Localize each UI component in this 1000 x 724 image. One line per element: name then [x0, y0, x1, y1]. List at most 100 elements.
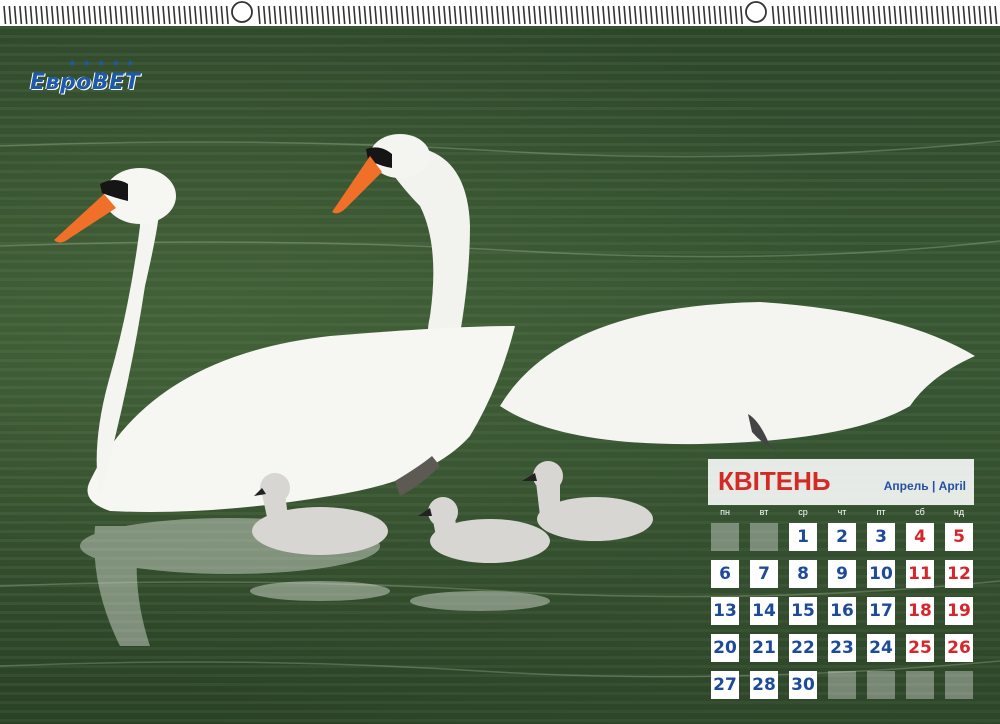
binding-coil	[215, 5, 219, 25]
binding-coil	[45, 5, 49, 25]
day-cell: 8	[789, 560, 817, 588]
empty-day-cell	[867, 671, 895, 699]
day-cell: 25	[906, 634, 934, 662]
binding-coil	[72, 5, 76, 25]
binding-coil	[469, 5, 473, 25]
binding-coil	[204, 5, 208, 25]
binding-coil	[337, 5, 341, 25]
day-cell: 20	[711, 634, 739, 662]
binding-coil	[183, 5, 187, 25]
binding-coil	[851, 5, 855, 25]
binding-coil	[925, 5, 929, 25]
binding-coil	[978, 5, 982, 25]
empty-day-cell	[828, 671, 856, 699]
binding-coil	[808, 5, 812, 25]
day-cell: 3	[867, 523, 895, 551]
day-cell: 19	[945, 597, 973, 625]
binding-coil	[61, 5, 65, 25]
binding-coil	[464, 5, 468, 25]
binding-coil	[782, 5, 786, 25]
binding-coil	[3, 5, 7, 25]
binding-coil	[533, 5, 537, 25]
binding-coil	[305, 5, 309, 25]
binding-coil	[983, 5, 987, 25]
binding-coil	[273, 5, 277, 25]
binding-coil	[24, 5, 28, 25]
binding-coil	[358, 5, 362, 25]
binding-coil	[29, 5, 33, 25]
binding-coil	[792, 5, 796, 25]
day-cell: 21	[750, 634, 778, 662]
binding-coil	[416, 5, 420, 25]
binding-coil	[835, 5, 839, 25]
binding-coil	[421, 5, 425, 25]
binding-coil	[384, 5, 388, 25]
binding-coil	[729, 5, 733, 25]
weekday-label: пт	[876, 507, 886, 517]
binding-coil	[660, 5, 664, 25]
binding-coil	[459, 5, 463, 25]
binding-coil	[209, 5, 213, 25]
binding-coil	[194, 5, 198, 25]
binding-coil	[946, 5, 950, 25]
binding-coil	[178, 5, 182, 25]
binding-coil	[867, 5, 871, 25]
binding-coil	[930, 5, 934, 25]
binding-coil	[951, 5, 955, 25]
binding-coil	[994, 5, 998, 25]
binding-coil	[549, 5, 553, 25]
binding-coil	[676, 5, 680, 25]
binding-coil	[278, 5, 282, 25]
binding-coil	[798, 5, 802, 25]
binding-coil	[374, 5, 378, 25]
binding-coil	[861, 5, 865, 25]
calendar-page: ★ ★ ★ ★ ★ ЕвроВЕТ КВІТЕНЬ Апрель | April…	[0, 0, 1000, 724]
day-cell: 5	[945, 523, 973, 551]
binding-coil	[141, 5, 145, 25]
empty-day-cell	[711, 523, 739, 551]
weekday-label: нд	[953, 507, 965, 517]
binding-coil	[702, 5, 706, 25]
binding-coil	[400, 5, 404, 25]
weekday-label: ср	[798, 507, 808, 517]
binding-coil	[681, 5, 685, 25]
binding-coil	[199, 5, 203, 25]
day-cell: 10	[867, 560, 895, 588]
binding-coil	[538, 5, 542, 25]
empty-day-cell	[945, 671, 973, 699]
binding-coil	[310, 5, 314, 25]
binding-coil	[88, 5, 92, 25]
binding-coil	[443, 5, 447, 25]
binding-coil	[353, 5, 357, 25]
binding-coil	[920, 5, 924, 25]
spiral-binding	[0, 0, 1000, 26]
binding-coil	[893, 5, 897, 25]
binding-coil	[517, 5, 521, 25]
binding-coil	[347, 5, 351, 25]
binding-coil	[718, 5, 722, 25]
binding-coil	[655, 5, 659, 25]
binding-coil	[284, 5, 288, 25]
binding-coil	[580, 5, 584, 25]
day-cell: 24	[867, 634, 895, 662]
binding-coil	[845, 5, 849, 25]
binding-coil	[771, 5, 775, 25]
binding-coil	[395, 5, 399, 25]
binding-coil	[162, 5, 166, 25]
day-cell: 13	[711, 597, 739, 625]
binding-coil	[315, 5, 319, 25]
binding-coil	[554, 5, 558, 25]
weekday-label: пн	[720, 507, 730, 517]
month-subtitle: Апрель | April	[883, 479, 966, 493]
binding-coil	[856, 5, 860, 25]
binding-coil	[66, 5, 70, 25]
binding-coil	[962, 5, 966, 25]
binding-coil	[914, 5, 918, 25]
binding-coil	[411, 5, 415, 25]
binding-coil	[570, 5, 574, 25]
binding-coil	[77, 5, 81, 25]
binding-coil	[904, 5, 908, 25]
binding-coil	[697, 5, 701, 25]
day-cell: 14	[750, 597, 778, 625]
hanger-ring-icon	[231, 1, 253, 23]
